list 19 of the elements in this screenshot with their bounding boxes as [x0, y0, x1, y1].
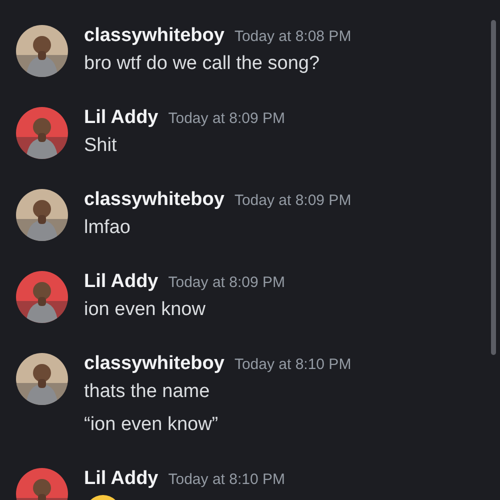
author-name[interactable]: classywhiteboy [84, 351, 224, 377]
scrollbar[interactable] [491, 20, 496, 355]
timestamp: Today at 8:08 PM [234, 27, 352, 47]
message-text: ion even know [84, 298, 206, 322]
author-name[interactable]: Lil Addy [84, 269, 158, 295]
author-name[interactable]: classywhiteboy [84, 187, 224, 213]
message-text: lmfao [84, 216, 130, 240]
message-text: bro wtf do we call the song? [84, 52, 320, 76]
author-name[interactable]: classywhiteboy [84, 23, 224, 49]
timestamp: Today at 8:09 PM [168, 273, 285, 293]
timestamp: Today at 8:10 PM [168, 470, 285, 490]
timestamp: Today at 8:10 PM [234, 355, 352, 375]
timestamp: Today at 8:09 PM [234, 191, 352, 211]
message-text: “ion even know” [84, 413, 218, 437]
message-text: Shit [84, 134, 117, 158]
message-text: thats the name [84, 380, 210, 404]
timestamp: Today at 8:09 PM [168, 109, 285, 129]
author-name[interactable]: Lil Addy [84, 105, 158, 131]
author-name[interactable]: Lil Addy [84, 466, 158, 492]
